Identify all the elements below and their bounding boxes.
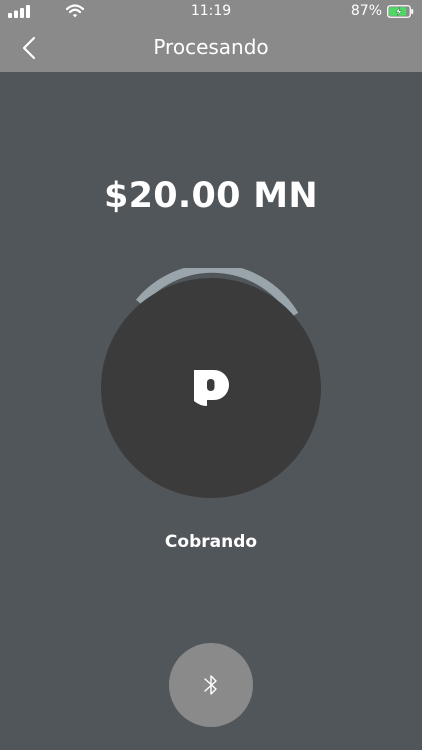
battery-charging-icon <box>387 5 414 18</box>
bluetooth-button[interactable] <box>169 643 253 727</box>
status-bar: 11:19 87% <box>0 0 422 24</box>
processing-indicator <box>101 268 321 498</box>
payment-amount: $20.00 MN <box>103 176 319 216</box>
payment-status: Cobrando <box>164 532 258 552</box>
page-title: Procesando <box>153 35 269 59</box>
battery-percentage: 87% <box>350 3 382 19</box>
navigation-bar: Procesando <box>0 24 422 72</box>
bluetooth-icon <box>204 675 217 695</box>
